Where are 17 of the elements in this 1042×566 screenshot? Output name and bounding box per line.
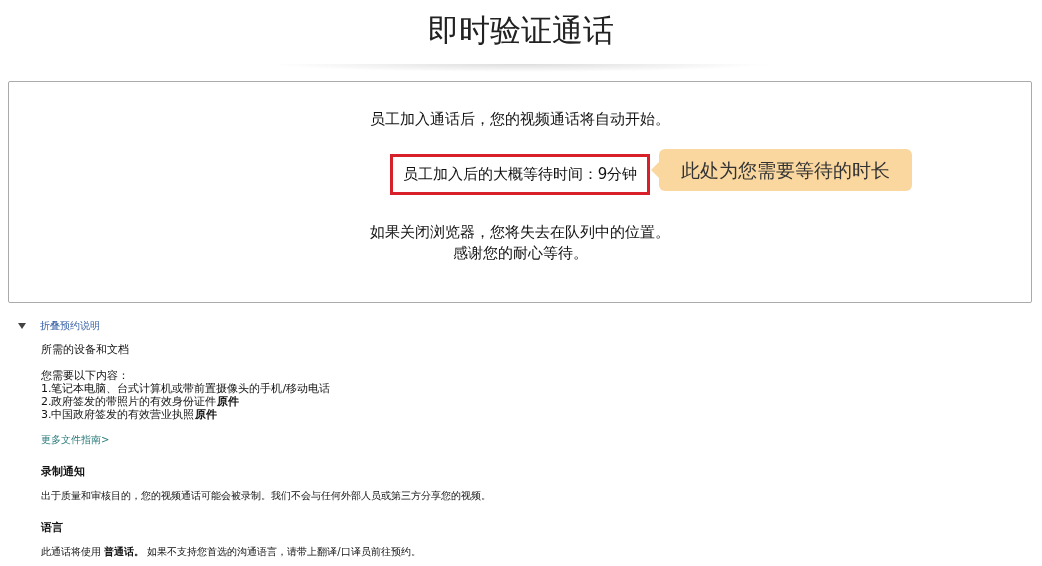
section-text: 出于质量和审核目的，您的视频通话可能会被录制。我们不会与任何外部人员或第三方分享您的视频。	[41, 489, 492, 503]
intro-text: 员工加入通话后，您的视频通话将自动开始。	[370, 110, 670, 129]
section-heading: 所需的设备和文档	[41, 342, 130, 357]
list-line: 2.政府签发的带照片的有效身份证件原件	[41, 395, 240, 408]
collapse-toggle-link[interactable]: 折叠预约说明	[40, 319, 100, 333]
section-text: 此通话将使用 普通话。 如果不支持您首选的沟通语言，请带上翻译/口译员前往预约。	[41, 545, 422, 559]
page-title: 即时验证通话	[427, 11, 615, 50]
list-line: 您需要以下内容：	[41, 369, 130, 382]
section-heading: 录制通知	[41, 464, 86, 479]
list-line: 1.笔记本电脑、台式计算机或带前置摄像头的手机/移动电话	[41, 382, 332, 395]
caret-icon[interactable]	[18, 323, 26, 329]
more-docs-link[interactable]: 更多文件指南>	[41, 433, 110, 447]
list-line: 3.中国政府签发的有效营业执照原件	[41, 408, 218, 421]
wait-time-text: 员工加入后的大概等待时间：9分钟	[402, 165, 638, 183]
warning-text: 如果关闭浏览器，您将失去在队列中的位置。	[370, 223, 670, 242]
thanks-text: 感谢您的耐心等待。	[452, 244, 588, 263]
section-heading: 语言	[41, 520, 64, 535]
